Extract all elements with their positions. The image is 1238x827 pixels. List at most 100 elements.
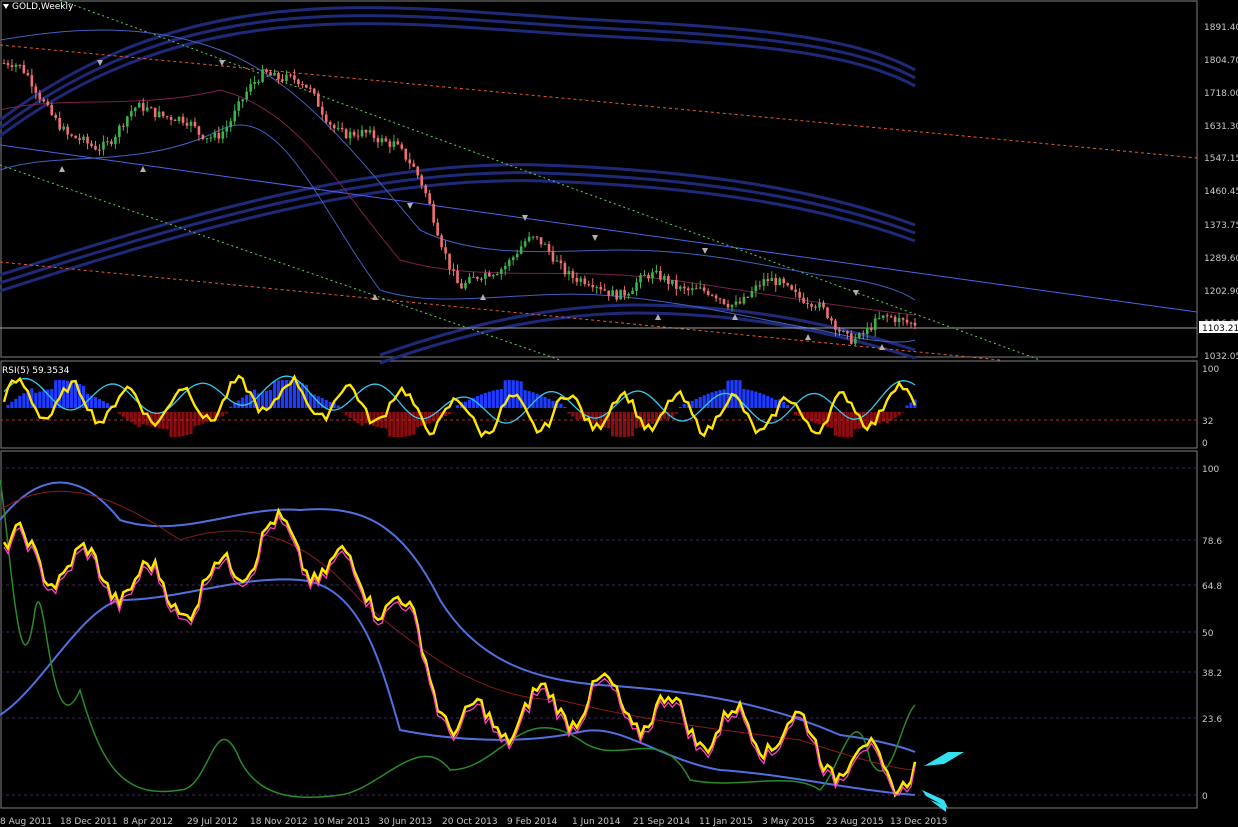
rsi-bar <box>348 412 352 419</box>
candle-body <box>46 101 50 105</box>
rsi-bar <box>746 389 750 408</box>
candle-body <box>786 283 789 286</box>
rsi-bar <box>611 412 615 437</box>
candle-body <box>655 270 658 273</box>
rsi-bar <box>324 399 328 408</box>
candle-body <box>698 287 702 289</box>
rsi-bar <box>483 392 487 408</box>
rsi-bar <box>42 390 46 408</box>
rsi-bar <box>786 405 790 408</box>
candle-body <box>448 253 451 270</box>
time-axis-label: 23 Aug 2015 <box>826 817 884 827</box>
candle-body <box>734 301 738 305</box>
candle-body <box>364 130 368 133</box>
rsi-bar <box>678 406 682 408</box>
candle-body <box>503 265 507 270</box>
candle-body <box>193 121 197 127</box>
candle-body <box>130 111 133 117</box>
candle-body <box>798 291 801 298</box>
chart-window[interactable]: 1891.40 1804.70 1718.00 1631.30 1547.15 … <box>0 0 1238 827</box>
candle-body <box>571 271 575 279</box>
candle-body <box>50 104 54 115</box>
rsi-bar <box>885 412 889 424</box>
rsi-bar <box>817 412 822 425</box>
rsi-bar <box>260 392 265 408</box>
candle-body <box>102 141 105 150</box>
candle-body <box>42 99 46 102</box>
rsi-bar <box>356 412 360 424</box>
candle-body <box>6 63 10 66</box>
rsi-bar <box>129 412 133 423</box>
candle-body <box>519 246 523 254</box>
rsi-bar <box>543 396 547 408</box>
candle-body <box>905 319 909 323</box>
candle-body <box>706 290 710 295</box>
candle-body <box>86 136 89 144</box>
time-axis-label: 13 Dec 2015 <box>890 817 948 827</box>
candle-body <box>201 134 205 140</box>
candle-body <box>754 285 758 292</box>
time-axis-label: 8 Aug 2011 <box>0 817 52 827</box>
candle-body <box>233 110 237 122</box>
rsi-bar <box>181 412 185 437</box>
candle-body <box>897 318 901 323</box>
time-axis-label: 9 Feb 2014 <box>507 817 558 827</box>
rsi-bar <box>694 398 698 408</box>
candle-body <box>205 138 209 140</box>
candle-body <box>794 289 797 292</box>
candle-body <box>472 276 475 278</box>
rsi-bar <box>38 391 42 408</box>
candle-body <box>790 285 793 290</box>
candle-body <box>647 274 650 279</box>
candle-body <box>854 338 857 344</box>
rsi-bar <box>559 403 563 408</box>
candle-body <box>74 135 77 139</box>
rsi-bar <box>97 399 102 408</box>
candle-body <box>285 74 288 82</box>
candle-body <box>671 280 674 284</box>
rsi-bar <box>229 406 233 408</box>
rsi-bar <box>360 412 364 426</box>
candle-body <box>197 126 201 135</box>
time-axis-label: 30 Jun 2013 <box>378 817 432 827</box>
candle-body <box>356 135 360 137</box>
rsi-bar <box>750 390 754 408</box>
candle-body <box>814 306 817 308</box>
rsi-bar <box>392 412 396 438</box>
candle-body <box>408 159 412 164</box>
price-axis-label: 1891.40 <box>1204 23 1238 33</box>
lower-axis-label: 50 <box>1202 629 1214 639</box>
rsi-bar <box>396 412 400 438</box>
candle-body <box>838 329 841 332</box>
time-axis: 8 Aug 2011 18 Dec 2011 8 Apr 2012 29 Jul… <box>0 817 948 827</box>
candle-body <box>412 163 416 167</box>
price-axis-label: 1289.60 <box>1204 254 1238 264</box>
candle-body <box>702 287 706 291</box>
rsi-bar <box>495 389 499 408</box>
candle-body <box>90 143 93 147</box>
rsi-bar <box>758 392 762 408</box>
rsi-bar <box>718 390 722 408</box>
candle-body <box>663 275 666 280</box>
time-axis-label: 8 Apr 2012 <box>123 817 173 827</box>
candle-body <box>324 114 328 123</box>
candle-body <box>730 304 734 308</box>
candle-body <box>432 203 435 223</box>
rsi-bar <box>101 401 106 408</box>
candle-body <box>806 302 809 304</box>
rsi-bar <box>567 412 571 414</box>
candle-body <box>651 272 654 279</box>
rsi-bar <box>193 412 197 427</box>
candle-body <box>372 130 376 139</box>
candle-body <box>388 141 392 147</box>
candle-body <box>34 86 38 93</box>
rsi-bar <box>336 405 340 408</box>
candle-body <box>70 134 73 136</box>
candle-body <box>623 289 626 296</box>
candle-body <box>118 125 121 137</box>
candle-body <box>110 141 113 145</box>
rsi-bar <box>630 412 635 437</box>
candle-body <box>309 87 312 89</box>
rsi-bar <box>575 412 579 420</box>
candle-body <box>682 286 686 289</box>
